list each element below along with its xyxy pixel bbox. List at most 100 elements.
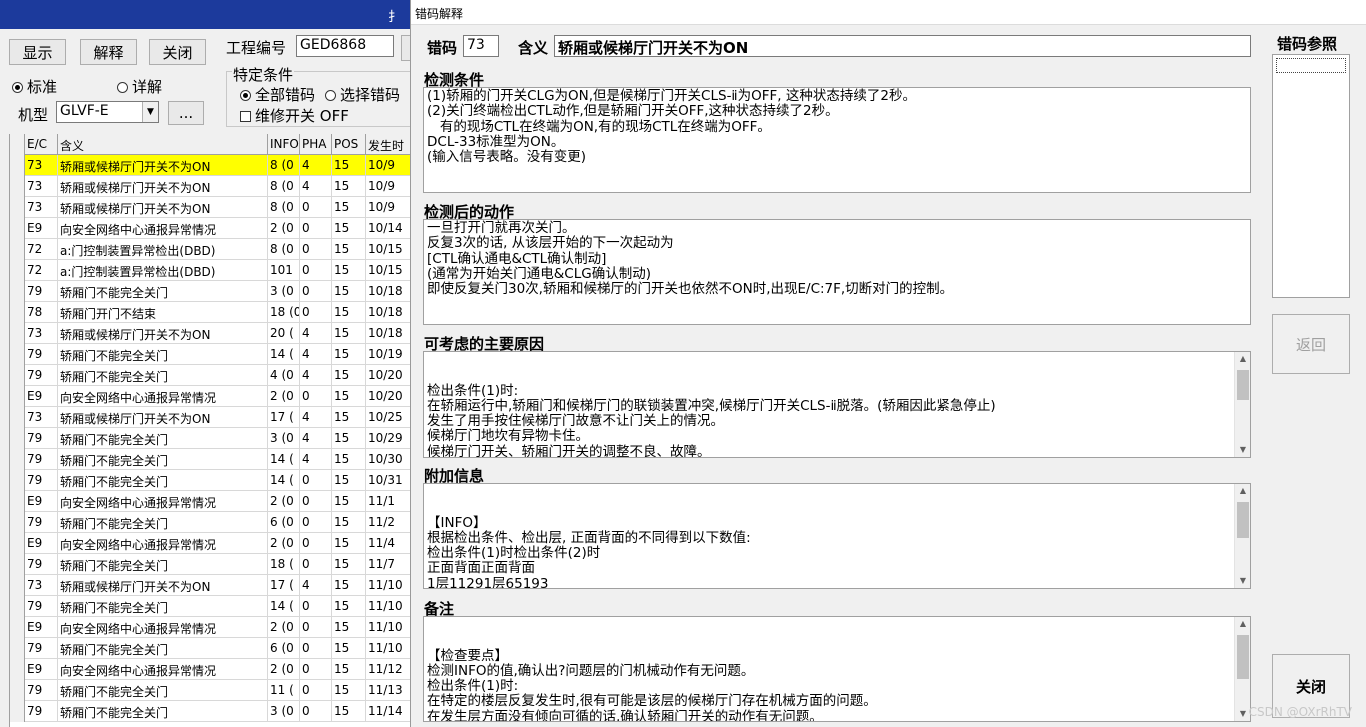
additional-info-box[interactable]: 【INFO】 根据检出条件、检出层, 正面背面的不同得到以下数值: 检出条件(1… [423, 483, 1251, 589]
table-row[interactable]: 79 轿厢门不能完全关门 3 (0 4 15 10/29 [10, 428, 410, 449]
main-causes-box[interactable]: 检出条件(1)时: 在轿厢运行中,轿厢门和候梯厅门的联锁装置冲突,候梯厅门开关C… [423, 351, 1251, 458]
row-header[interactable] [10, 155, 25, 176]
table-row[interactable]: E9 向安全网络中心通报异常情况 2 (0 0 15 10/20 [10, 386, 410, 407]
table-row[interactable]: 72 a:门控制装置异常检出(DBD) 8 (0 0 15 10/15 [10, 239, 410, 260]
error-reference-list[interactable] [1272, 54, 1350, 298]
row-header[interactable] [10, 491, 25, 512]
column-header[interactable]: 发生时 [366, 134, 410, 155]
table-row[interactable]: 79 轿厢门不能完全关门 6 (0 0 15 11/10 [10, 638, 410, 659]
table-row[interactable]: 73 轿厢或候梯厅门开关不为ON 8 (0 4 15 10/9 [10, 176, 410, 197]
detection-conditions-text[interactable]: (1)轿厢的门开关CLG为ON,但是候梯厅门开关CLS-ⅱ为OFF, 这种状态持… [423, 87, 1251, 193]
scroll-up-icon[interactable]: ▲ [1235, 617, 1250, 631]
maintenance-switch-option[interactable]: 维修开关 OFF [240, 105, 349, 126]
table-row[interactable]: 79 轿厢门不能完全关门 14 (0 15 10/31 [10, 470, 410, 491]
scroll-down-icon[interactable]: ▼ [1235, 443, 1250, 457]
table-row[interactable]: 79 轿厢门不能完全关门 14 (4 15 10/30 [10, 449, 410, 470]
row-header[interactable] [10, 575, 25, 596]
table-cell: 15 [332, 491, 366, 512]
table-cell: 15 [332, 302, 366, 323]
table-row[interactable]: 78 轿厢门开门不结束 18 (0 0 15 10/18 [10, 302, 410, 323]
table-row[interactable]: 79 轿厢门不能完全关门 14 (4 15 10/19 [10, 344, 410, 365]
all-errors-option[interactable]: 全部错码 [240, 84, 315, 105]
row-header[interactable] [10, 407, 25, 428]
model-select[interactable]: GLVF-E ▼ [56, 101, 159, 123]
row-header[interactable] [10, 701, 25, 722]
error-grid: E/C 含义 INFO PHA POS 发生时 73 轿厢或候梯厅门开关不为ON 8… [9, 134, 410, 727]
table-row[interactable]: E9 向安全网络中心通报异常情况 2 (0 0 15 11/4 [10, 533, 410, 554]
row-header[interactable] [10, 176, 25, 197]
row-header[interactable] [10, 197, 25, 218]
table-row[interactable]: 79 轿厢门不能完全关门 4 (0 4 15 10/20 [10, 365, 410, 386]
table-row[interactable]: 73 轿厢或候梯厅门开关不为ON 8 (0 4 15 10/9 [10, 155, 410, 176]
row-header[interactable] [10, 344, 25, 365]
close-button[interactable]: 关闭 [149, 39, 206, 65]
column-header[interactable]: 含义 [58, 134, 268, 155]
table-cell: 3 (0 [268, 428, 300, 449]
row-header[interactable] [10, 596, 25, 617]
additional-info-scrollbar[interactable]: ▲ ▼ [1234, 484, 1250, 588]
mode-standard-option[interactable]: 标准 [12, 76, 57, 97]
chevron-down-icon[interactable]: ▼ [142, 102, 158, 122]
project-number-input[interactable]: GED6868 [296, 35, 394, 57]
table-row[interactable]: E9 向安全网络中心通报异常情况 2 (0 0 15 10/14 [10, 218, 410, 239]
scroll-down-icon[interactable]: ▼ [1235, 574, 1250, 588]
row-header[interactable] [10, 659, 25, 680]
table-row[interactable]: 79 轿厢门不能完全关门 14 (0 15 11/10 [10, 596, 410, 617]
table-row[interactable]: 73 轿厢或候梯厅门开关不为ON 17 (4 15 11/10 [10, 575, 410, 596]
table-row[interactable]: E9 向安全网络中心通报异常情况 2 (0 0 15 11/12 [10, 659, 410, 680]
meaning-field[interactable]: 轿厢或候梯厅门开关不为ON [554, 35, 1251, 57]
scroll-thumb[interactable] [1237, 502, 1249, 538]
row-header[interactable] [10, 260, 25, 281]
scroll-up-icon[interactable]: ▲ [1235, 484, 1250, 498]
row-header[interactable] [10, 302, 25, 323]
row-header[interactable] [10, 680, 25, 701]
row-header[interactable] [10, 470, 25, 491]
browse-button[interactable]: ... [168, 101, 204, 125]
table-row[interactable]: 79 轿厢门不能完全关门 3 (0 0 15 11/14 [10, 701, 410, 722]
mode-detail-option[interactable]: 详解 [117, 76, 162, 97]
table-cell: 11/10 [366, 638, 410, 659]
row-header[interactable] [10, 512, 25, 533]
table-row[interactable]: 79 轿厢门不能完全关门 6 (0 0 15 11/2 [10, 512, 410, 533]
row-header[interactable] [10, 365, 25, 386]
notes-box[interactable]: 【检查要点】 检测INFO的值,确认出?问题层的门机械动作有无问题。 检出条件(… [423, 616, 1251, 722]
table-row[interactable]: 79 轿厢门不能完全关门 18 (0 15 11/7 [10, 554, 410, 575]
column-header[interactable]: E/C [25, 134, 58, 155]
table-row[interactable]: 79 轿厢门不能完全关门 3 (0 0 15 10/18 [10, 281, 410, 302]
row-header[interactable] [10, 428, 25, 449]
row-header[interactable] [10, 554, 25, 575]
row-header[interactable] [10, 239, 25, 260]
column-header[interactable]: POS [332, 134, 366, 155]
table-row[interactable]: 73 轿厢或候梯厅门开关不为ON 17 (4 15 10/25 [10, 407, 410, 428]
row-header[interactable] [10, 449, 25, 470]
post-detection-action-text[interactable]: 一旦打开门就再次关门。 反复3次的话, 从该层开始的下一次起动为 [CTL确认通… [423, 219, 1251, 325]
row-header[interactable] [10, 323, 25, 344]
scroll-up-icon[interactable]: ▲ [1235, 352, 1250, 366]
column-header[interactable]: PHA [300, 134, 332, 155]
select-errors-option[interactable]: 选择错码 [325, 84, 400, 105]
row-header[interactable] [10, 533, 25, 554]
scroll-thumb[interactable] [1237, 370, 1249, 400]
column-header[interactable]: INFO [268, 134, 300, 155]
table-row[interactable]: 79 轿厢门不能完全关门 11 (0 15 11/13 [10, 680, 410, 701]
row-header[interactable] [10, 617, 25, 638]
table-cell: 18 ( [268, 554, 300, 575]
row-header[interactable] [10, 386, 25, 407]
explain-button[interactable]: 解释 [80, 39, 137, 65]
main-causes-scrollbar[interactable]: ▲ ▼ [1234, 352, 1250, 457]
row-header[interactable] [10, 638, 25, 659]
table-row[interactable]: 73 轿厢或候梯厅门开关不为ON 8 (0 0 15 10/9 [10, 197, 410, 218]
row-header[interactable] [10, 218, 25, 239]
back-button[interactable]: 返回 [1272, 314, 1350, 374]
table-cell: E9 [25, 491, 58, 512]
scroll-thumb[interactable] [1237, 635, 1249, 679]
table-row[interactable]: E9 向安全网络中心通报异常情况 2 (0 0 15 11/1 [10, 491, 410, 512]
notes-scrollbar[interactable]: ▲ ▼ [1234, 617, 1250, 721]
table-row[interactable]: 73 轿厢或候梯厅门开关不为ON 20 (4 15 10/18 [10, 323, 410, 344]
table-row[interactable]: E9 向安全网络中心通报异常情况 2 (0 0 15 11/10 [10, 617, 410, 638]
row-header[interactable] [10, 281, 25, 302]
table-cell: 向安全网络中心通报异常情况 [58, 491, 268, 512]
error-code-field[interactable]: 73 [463, 35, 499, 57]
table-row[interactable]: 72 a:门控制装置异常检出(DBD) 101 0 15 10/15 [10, 260, 410, 281]
display-button[interactable]: 显示 [9, 39, 66, 65]
